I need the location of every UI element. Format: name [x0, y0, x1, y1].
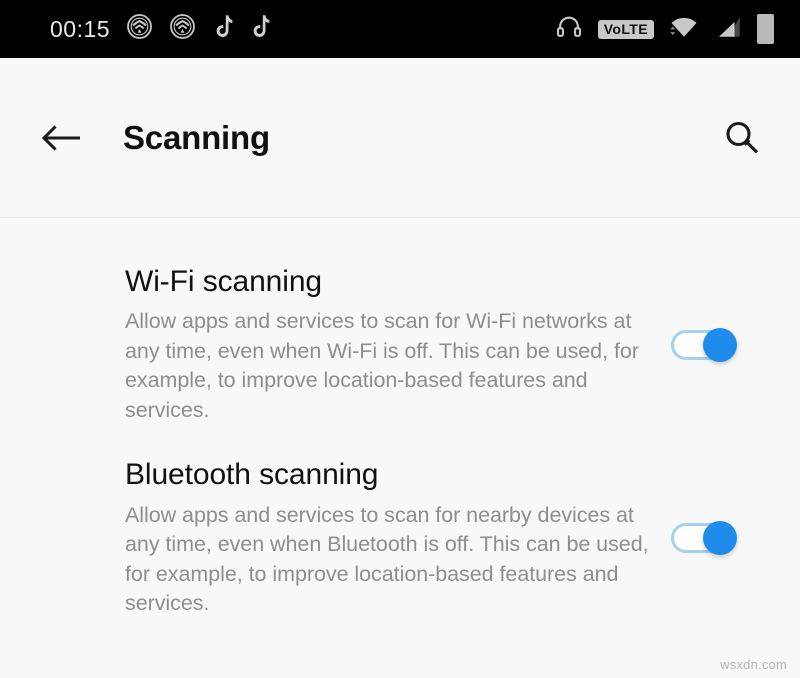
- switch-on[interactable]: [671, 521, 737, 556]
- setting-title: Wi-Fi scanning: [125, 265, 322, 298]
- back-button[interactable]: [34, 110, 90, 166]
- setting-text-block: Wi-Fi scanning Allow apps and services t…: [125, 264, 655, 425]
- setting-text-block: Bluetooth scanning Allow apps and servic…: [125, 457, 655, 618]
- phone-screen: 00:15 VoLTE Scanning Wi-Fi scanning Allo…: [0, 0, 800, 678]
- settings-list: Wi-Fi scanning Allow apps and services t…: [0, 218, 800, 635]
- setting-row-wifi-scanning[interactable]: Wi-Fi scanning Allow apps and services t…: [0, 248, 800, 441]
- battery-icon: [757, 14, 774, 44]
- switch-thumb: [703, 521, 737, 556]
- cellular-signal-icon: [714, 14, 742, 45]
- switch-on[interactable]: [671, 327, 737, 362]
- setting-description: Allow apps and services to scan for Wi-F…: [125, 309, 639, 422]
- volte-badge: VoLTE: [597, 19, 654, 39]
- bluetooth-scanning-toggle[interactable]: [655, 521, 751, 556]
- wifi-scanning-toggle[interactable]: [655, 327, 751, 362]
- shield-notification-icon-2: [169, 13, 196, 45]
- app-bar: Scanning: [0, 58, 800, 218]
- search-button[interactable]: [714, 110, 770, 166]
- watermark: wsxdn.com: [720, 657, 787, 672]
- back-arrow-icon: [41, 124, 80, 151]
- tiktok-notification-icon-2: [249, 14, 270, 45]
- page-title: Scanning: [123, 118, 270, 156]
- status-bar-left: 00:15: [12, 13, 270, 45]
- setting-title: Bluetooth scanning: [125, 458, 379, 492]
- search-icon: [726, 121, 759, 153]
- setting-description: Allow apps and services to scan for near…: [125, 502, 649, 616]
- status-clock: 00:15: [50, 15, 111, 42]
- status-bar: 00:15 VoLTE: [0, 0, 800, 58]
- setting-row-bluetooth-scanning[interactable]: Bluetooth scanning Allow apps and servic…: [0, 441, 800, 634]
- switch-thumb: [703, 327, 737, 362]
- wifi-icon: [669, 14, 699, 45]
- headset-icon: [555, 13, 583, 46]
- tiktok-notification-icon: [212, 14, 233, 45]
- shield-notification-icon: [126, 13, 153, 45]
- status-bar-right: VoLTE: [555, 13, 784, 46]
